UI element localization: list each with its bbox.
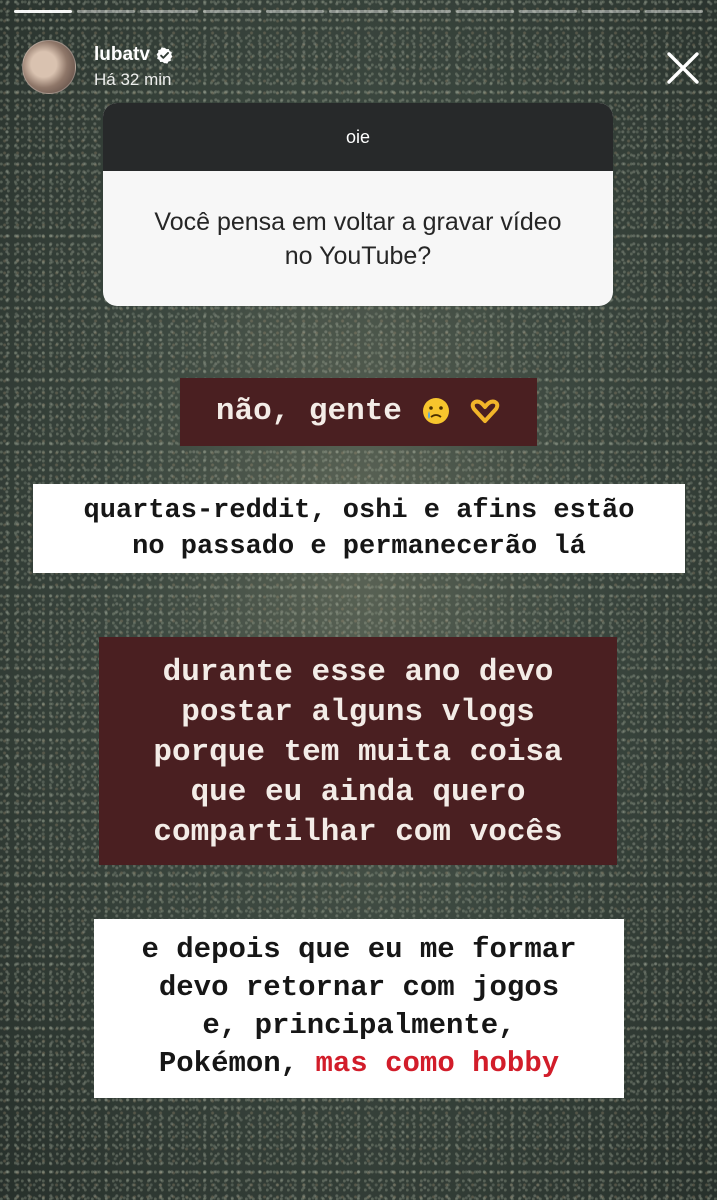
- username[interactable]: lubatv: [94, 44, 150, 66]
- progress-segment: [14, 10, 73, 13]
- question-text: Você pensa em voltar a gravar vídeo no Y…: [103, 171, 613, 306]
- progress-segment: [140, 10, 199, 13]
- caption-line: e depois que eu me formar: [141, 933, 577, 966]
- question-line: no YouTube?: [284, 241, 432, 270]
- progress-segment: [518, 10, 577, 13]
- caption-reply: não, gente: [180, 378, 537, 446]
- progress-segment: [581, 10, 640, 13]
- story-header: lubatv Há 32 min: [22, 40, 173, 94]
- username-row: lubatv: [94, 44, 173, 66]
- progress-segment: [77, 10, 136, 13]
- progress-segment: [392, 10, 451, 13]
- caption-line: no passado e permanecerão lá: [132, 532, 586, 562]
- question-line: Você pensa em voltar a gravar vídeo: [154, 207, 562, 236]
- caption-past: quartas-reddit, oshi e afins estão no pa…: [33, 484, 685, 573]
- progress-segment: [455, 10, 514, 13]
- caption-line: postar alguns vlogs: [181, 695, 535, 730]
- progress-segment: [266, 10, 325, 13]
- caption-vlogs: durante esse ano devo postar alguns vlog…: [99, 637, 617, 865]
- progress-segment: [203, 10, 262, 13]
- caption-line: quartas-reddit, oshi e afins estão: [83, 496, 635, 526]
- progress-segment: [329, 10, 388, 13]
- post-time: Há 32 min: [94, 70, 172, 89]
- avatar[interactable]: [22, 40, 76, 94]
- caption-line: Pokémon, mas como hobby: [94, 1045, 624, 1083]
- caption-future: e depois que eu me formar devo retornar …: [94, 919, 624, 1098]
- story-meta: lubatv Há 32 min: [94, 44, 173, 90]
- story-progress-bar: [14, 10, 704, 13]
- caption-text: Pokémon,: [158, 1047, 299, 1080]
- crying-face-icon: [422, 397, 449, 424]
- caption-line: porque tem muita coisa: [153, 735, 563, 770]
- highlighted-text: mas como hobby: [315, 1047, 560, 1080]
- caption-text: não, gente: [215, 394, 402, 429]
- question-sticker-header: oie: [103, 103, 613, 171]
- caption-line: que eu ainda quero: [190, 775, 526, 810]
- verified-badge-icon: [156, 46, 173, 64]
- close-icon[interactable]: [665, 50, 701, 86]
- caption-line: devo retornar com jogos: [158, 971, 560, 1004]
- caption-line: durante esse ano devo: [162, 655, 554, 690]
- heart-hands-icon: [470, 399, 500, 423]
- caption-line: compartilhar com vocês: [153, 815, 563, 850]
- question-sticker: oie Você pensa em voltar a gravar vídeo …: [103, 103, 613, 306]
- caption-line: e, principalmente,: [202, 1009, 516, 1042]
- progress-segment: [644, 10, 704, 13]
